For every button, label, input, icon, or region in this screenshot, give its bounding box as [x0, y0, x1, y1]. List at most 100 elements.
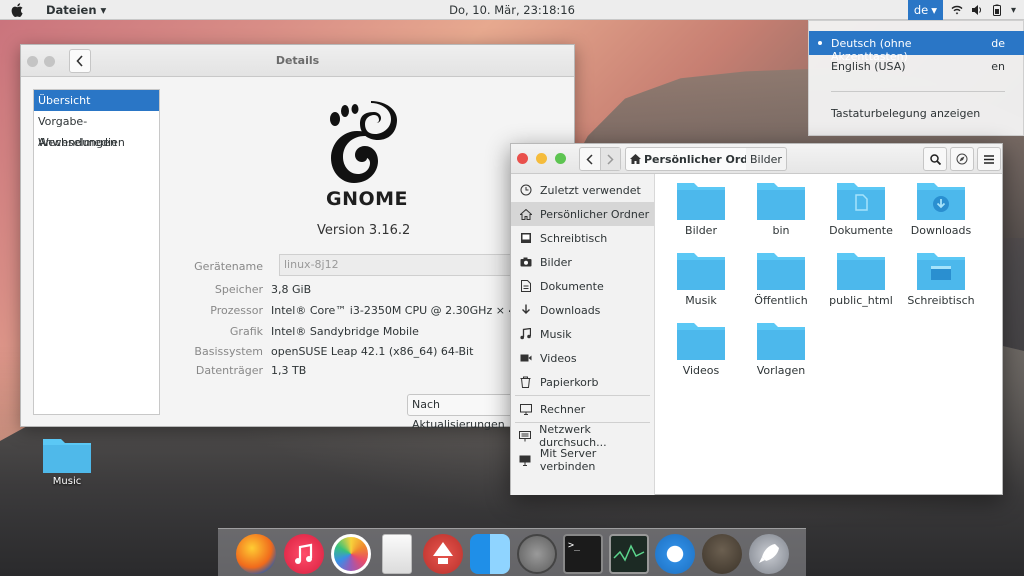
terminal-icon[interactable]: >_	[563, 534, 603, 574]
sidebar-item-music[interactable]: Musik	[511, 322, 654, 346]
folder-label: Bilder	[685, 224, 717, 237]
sidebar-item-label: Mit Server verbinden	[539, 447, 597, 473]
finder-icon[interactable]	[470, 534, 510, 574]
maximize-button[interactable]	[555, 153, 566, 164]
gimp-icon[interactable]	[702, 534, 742, 574]
files-headerbar: Persönlicher Ordner Bilder	[511, 144, 1002, 174]
sidebar-separator	[515, 395, 650, 396]
desktop-icon-music[interactable]: Music	[38, 435, 96, 487]
settings-gear-icon[interactable]	[517, 534, 557, 574]
sidebar-item-trash[interactable]: Papierkorb	[511, 370, 654, 394]
text-editor-icon[interactable]	[382, 534, 412, 574]
sidebar-item-network[interactable]: Netzwerk durchsuch...	[511, 423, 654, 449]
caret-down-icon: ▾	[931, 3, 937, 17]
sidebar-item-connect-server[interactable]: Mit Server verbinden	[511, 447, 654, 473]
sidebar-item-label: Papierkorb	[540, 375, 599, 389]
app-store-icon[interactable]	[655, 534, 695, 574]
show-layout-item[interactable]: Tastaturbelegung anzeigen	[831, 107, 1005, 120]
folder-item[interactable]: Musik	[661, 250, 741, 307]
system-monitor-icon[interactable]	[609, 534, 649, 574]
app-menu[interactable]: Dateien ▾	[46, 3, 106, 17]
forward-button[interactable]	[599, 148, 620, 170]
volume-icon[interactable]	[971, 4, 983, 16]
sidebar-item-label: Netzwerk durchsuch...	[539, 423, 607, 449]
launchpad-rocket-icon[interactable]	[749, 534, 789, 574]
info-row-processor: Prozessor Intel® Core™ i3-2350M CPU @ 2.…	[181, 304, 561, 317]
folder-item[interactable]: Öffentlich	[741, 250, 821, 307]
trash-icon	[519, 376, 532, 389]
firefox-icon[interactable]	[236, 534, 276, 574]
menu-button[interactable]	[977, 147, 1001, 171]
check-updates-button[interactable]: Nach Aktualisierungen	[407, 394, 527, 431]
minimize-button[interactable]	[536, 153, 547, 164]
info-key: Speicher	[214, 283, 263, 296]
info-row-base-system: Basissystem openSUSE Leap 42.1 (x86_64) …	[181, 345, 561, 358]
sidebar-item-desktop[interactable]: Schreibtisch	[511, 226, 654, 250]
apple-icon[interactable]	[10, 2, 26, 18]
sidebar-item-label: Rechner	[540, 402, 586, 416]
info-row-memory: Speicher 3,8 GiB	[181, 283, 561, 296]
folder-item[interactable]: bin	[741, 180, 821, 237]
camera-icon	[519, 256, 532, 269]
desktop-icon	[519, 232, 532, 245]
sidebar-item-label: Persönlicher Ordner	[540, 207, 650, 221]
hostname-input[interactable]: linux-8j12	[279, 254, 519, 276]
sidebar-item-label: Musik	[540, 327, 572, 341]
folder-item[interactable]: Downloads	[901, 180, 981, 237]
battery-icon[interactable]	[991, 4, 1003, 16]
clock[interactable]: Do, 10. Mär, 23:18:16	[0, 3, 1024, 17]
chevron-right-icon	[607, 153, 614, 165]
keyboard-layout-indicator[interactable]: de ▾	[907, 0, 943, 20]
folder-label: public_html	[829, 294, 893, 307]
folder-item[interactable]: Videos	[661, 320, 741, 377]
folder-item[interactable]: Schreibtisch	[901, 250, 981, 307]
gnome-foot-logo	[330, 101, 397, 183]
sidebar-item-recent[interactable]: Zuletzt verwendet	[511, 178, 654, 202]
wifi-icon[interactable]	[951, 4, 963, 16]
hamburger-menu-icon	[984, 154, 994, 164]
layout-item-en[interactable]: English (USA) en	[831, 60, 1005, 73]
download-icon	[519, 304, 532, 317]
selected-dot-icon	[818, 41, 822, 45]
sidebar-item-label: Zuletzt verwendet	[540, 183, 641, 197]
close-button[interactable]	[517, 153, 528, 164]
sidebar-item-documents[interactable]: Dokumente	[511, 274, 654, 298]
sidebar-item-videos[interactable]: Videos	[511, 346, 654, 370]
info-row-disk: Datenträger 1,3 TB	[181, 364, 561, 377]
sidebar-item-downloads[interactable]: Downloads	[511, 298, 654, 322]
folder-icon	[757, 323, 805, 360]
sidebar-item-home[interactable]: Persönlicher Ordner	[511, 202, 654, 226]
search-button[interactable]	[923, 147, 947, 171]
photos-icon[interactable]	[331, 534, 371, 574]
folder-item[interactable]: Bilder	[661, 180, 741, 237]
folder-item[interactable]: public_html	[821, 250, 901, 307]
folder-icon	[757, 183, 805, 220]
info-key: Grafik	[229, 325, 263, 338]
view-options-button[interactable]	[950, 147, 974, 171]
document-icon	[519, 280, 532, 293]
breadcrumb-pictures[interactable]: Bilder	[746, 147, 787, 171]
sidebar-item-computer[interactable]: Rechner	[511, 397, 654, 421]
folder-label: Downloads	[910, 224, 972, 237]
folder-label: Vorlagen	[756, 364, 806, 377]
music-app-icon[interactable]	[284, 534, 324, 574]
home-icon	[519, 208, 532, 221]
back-button[interactable]	[580, 148, 600, 170]
gnome-wordmark: GNOME	[326, 188, 409, 210]
folder-item[interactable]: Vorlagen	[741, 320, 821, 377]
keyboard-layout-menu: Deutsch (ohne Akzenttasten) de English (…	[808, 20, 1024, 136]
folder-label: Schreibtisch	[907, 294, 975, 307]
sidebar-item-overview[interactable]: Übersicht	[34, 90, 159, 111]
sidebar-item-removable-media[interactable]: Wechselmedien	[34, 132, 159, 153]
sidebar-item-pictures[interactable]: Bilder	[511, 250, 654, 274]
sidebar-item-label: Bilder	[540, 255, 572, 269]
folder-item[interactable]: Dokumente	[821, 180, 901, 237]
files-window: Persönlicher Ordner Bilder Zuletzt verwe…	[510, 143, 1003, 495]
info-value: 1,3 TB	[271, 364, 307, 377]
caret-down-icon[interactable]: ▾	[1011, 5, 1016, 16]
sidebar-item-default-apps[interactable]: Vorgabe-Anwendungen	[34, 111, 159, 149]
video-icon	[519, 352, 532, 365]
inkscape-icon[interactable]	[423, 534, 463, 574]
folder-icon	[677, 183, 725, 220]
layout-item-code: en	[991, 60, 1005, 73]
